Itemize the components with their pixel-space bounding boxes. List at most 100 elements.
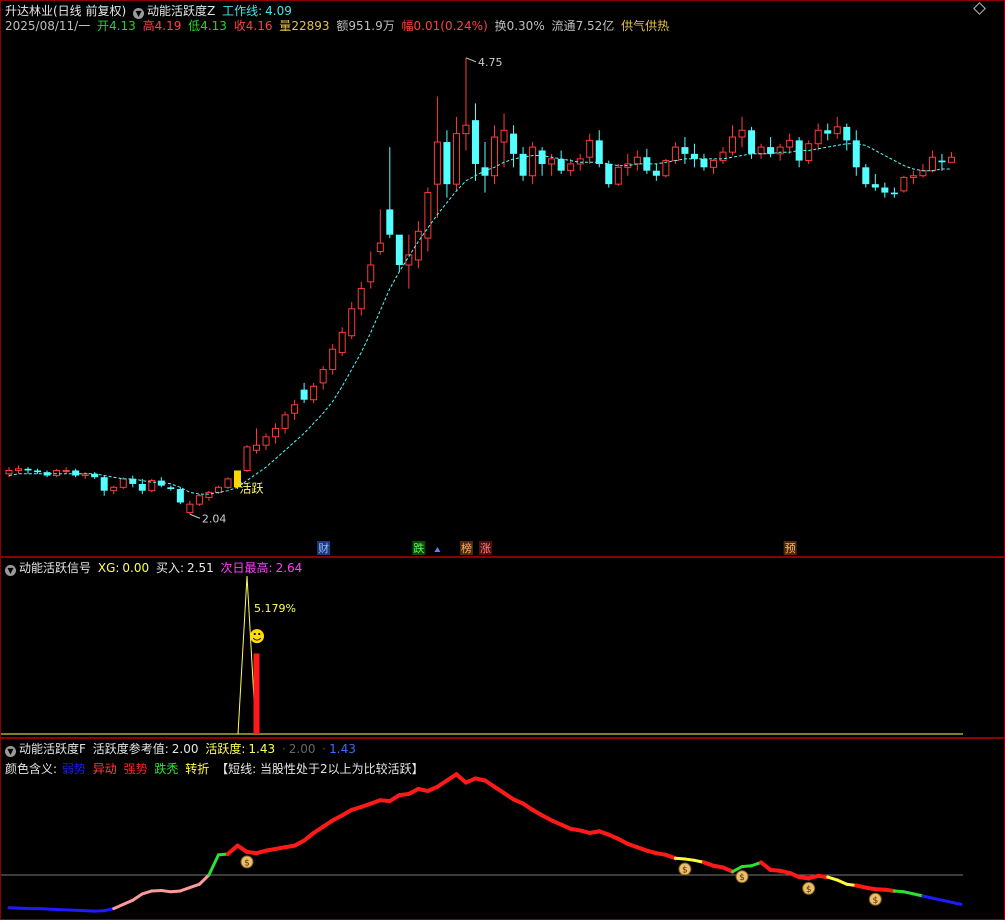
candle-body (919, 170, 927, 177)
candle-body (272, 427, 280, 438)
signal-pane[interactable]: ▼ 动能活跃信号 XG: 0.00 买入: 2.51 次日最高: 2.64 5.179%… (0, 557, 1005, 738)
signal-spike (237, 575, 257, 735)
candle-body (310, 385, 318, 401)
candle-body (253, 444, 261, 451)
candle-body (947, 156, 955, 163)
candle-body (652, 170, 660, 176)
candle-body (34, 470, 42, 473)
candle-body (938, 160, 946, 163)
smiley-icon: ☻ (249, 627, 266, 646)
candle-body (748, 130, 756, 154)
max-price-label: 4.75 (478, 56, 503, 69)
candle-body (167, 487, 175, 489)
candle-body (5, 469, 13, 475)
candle-body (681, 147, 689, 154)
candle-body (72, 470, 80, 476)
activity-segment (949, 900, 963, 906)
candle-body (614, 166, 622, 185)
candle-body (776, 146, 784, 155)
event-up-arrow (434, 547, 441, 552)
candlestick-chart[interactable]: 4.75 2.04 活跃财 跌 榜涨 预 (1, 1, 1004, 556)
candle-body (729, 136, 737, 153)
candle-body (586, 139, 594, 158)
candle-body (890, 192, 898, 195)
candle-body (833, 126, 841, 135)
activity-segment (112, 902, 125, 911)
candle-body (224, 478, 232, 488)
activity-segment (178, 886, 192, 893)
activity-segment (663, 852, 678, 861)
event-marker: 涨 (480, 542, 491, 555)
candle-body (481, 167, 489, 176)
candle-body (24, 468, 32, 471)
candle-body (500, 129, 508, 143)
event-marker: 预 (785, 542, 796, 555)
moneybag-symbol: $ (806, 885, 812, 895)
candle-body (548, 158, 556, 165)
candle-body (928, 156, 936, 172)
activity-segment (121, 898, 135, 906)
candle-body (195, 495, 203, 505)
candle-body (243, 446, 251, 471)
moneybag-symbol: $ (244, 858, 250, 868)
candle-body (557, 158, 565, 171)
candle-body (205, 491, 213, 498)
activity-segment (835, 878, 849, 886)
candle-body (824, 130, 832, 134)
candle-body (214, 486, 222, 493)
candle-body (376, 242, 384, 253)
candle-body (529, 146, 537, 177)
candle-body (338, 331, 346, 354)
moneybag-symbol: $ (739, 873, 745, 883)
candle-body (367, 264, 375, 283)
candle-body (538, 150, 546, 164)
signal-chart[interactable]: 5.179% ☻ (1, 558, 1004, 737)
candle-body (757, 146, 765, 155)
candle-body (186, 503, 194, 514)
price-chart-pane[interactable]: 升达林业(日线 前复权) ▼ 动能活跃度Z 工作线: 4.09 2025/08/11… (0, 0, 1005, 557)
candle-body (357, 288, 365, 310)
candle-body (319, 368, 327, 384)
candle-body (100, 477, 108, 491)
candle-body (662, 160, 670, 177)
candle-body (605, 163, 613, 185)
candle-body (567, 163, 575, 172)
event-marker: 跌 (413, 541, 424, 555)
candle-body (462, 124, 470, 135)
candle-body (291, 404, 299, 414)
candle-body (471, 120, 479, 164)
event-marker: 榜 (461, 541, 472, 555)
candle-body (805, 143, 813, 162)
active-label: 活跃 (239, 481, 263, 495)
candle-body (881, 187, 889, 193)
max-arrow (465, 57, 477, 63)
candle-body (900, 176, 908, 192)
activity-chart[interactable]: $ $ $ $ $ (1, 739, 1004, 919)
candle-body (91, 473, 99, 478)
ma-line (8, 143, 952, 495)
candle-body (510, 133, 518, 154)
activity-segment (721, 865, 735, 874)
candle-body (690, 153, 698, 159)
candle-body (709, 160, 717, 168)
peak-percent-label: 5.179% (254, 602, 296, 615)
candle-body (738, 129, 746, 138)
activity-segment (131, 892, 144, 902)
candle-body (671, 146, 679, 162)
min-price-label: 2.04 (202, 512, 227, 525)
candle-body (300, 389, 308, 400)
moneybag-symbol: $ (682, 866, 688, 876)
moneybag-symbol: $ (872, 896, 878, 906)
candle-body (814, 129, 822, 145)
candle-body (700, 158, 708, 168)
candle-body (15, 468, 23, 471)
candle-body (767, 147, 775, 154)
candle-body (491, 136, 499, 177)
candle-body (53, 469, 61, 477)
candle-body (138, 483, 146, 491)
candle-body (329, 348, 337, 370)
candle-body (262, 436, 270, 446)
activity-segment (197, 873, 211, 886)
candle-body (576, 158, 584, 165)
activity-pane[interactable]: ▼ 动能活跃度F 活跃度参考值: 2.00 活跃度: 1.43 · 2.00 · 1.43… (0, 738, 1005, 920)
